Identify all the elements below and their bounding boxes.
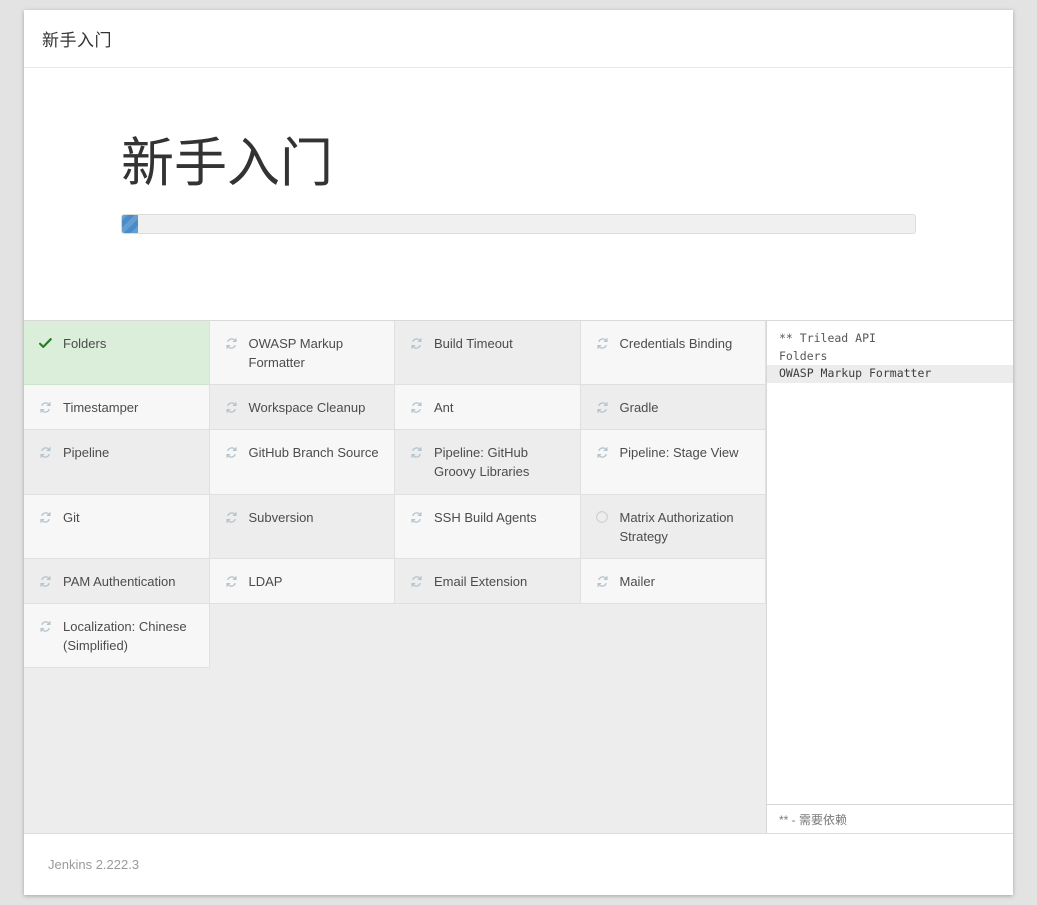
- plugin-item-label: Gradle: [619, 400, 659, 416]
- install-progress-fill: [122, 214, 138, 233]
- plugin-item-label: Credentials Binding: [619, 336, 733, 351]
- wizard-banner: 新手入门: [24, 68, 1013, 321]
- plugin-item-label: Folders: [63, 336, 107, 351]
- plugin-item: Mailer: [580, 558, 766, 604]
- plugin-item-label: PAM Authentication: [63, 573, 176, 589]
- sync-spinner-icon: [221, 399, 242, 416]
- log-footnote-bar: ** - 需要依赖: [767, 804, 1013, 833]
- sync-spinner-icon: [406, 509, 427, 526]
- plugin-item: Git: [24, 494, 210, 559]
- plugin-item: GitHub Branch Source: [209, 430, 395, 495]
- log-line: Folders: [779, 348, 828, 363]
- plugin-item: Email Extension: [395, 558, 581, 604]
- log-line-current: OWASP Markup Formatter: [767, 365, 1013, 383]
- plugin-grid: Folders OWASP Markup Formatter Build Timeo…: [24, 321, 766, 669]
- plugin-item: Credentials Binding: [580, 321, 766, 386]
- plugin-item-label: Workspace Cleanup: [248, 400, 366, 416]
- plugin-item-label: LDAP: [248, 573, 283, 589]
- plugin-item: Workspace Cleanup: [209, 385, 395, 431]
- log-footnote-text: ** - 需要依赖: [779, 812, 848, 827]
- plugin-item-label: Pipeline: [63, 445, 110, 461]
- sync-spinner-icon: [406, 399, 427, 416]
- check-icon: [35, 335, 56, 352]
- plugin-grid-filler: [580, 603, 766, 669]
- plugin-item: SSH Build Agents: [395, 494, 581, 559]
- plugin-item: Timestamper: [24, 385, 210, 431]
- plugin-item: Localization: Chinese (Simplified): [24, 603, 210, 669]
- empty-circle-icon: [592, 509, 613, 526]
- sync-spinner-icon: [592, 335, 613, 352]
- sync-spinner-icon: [221, 335, 242, 352]
- page-title: 新手入门: [42, 31, 112, 50]
- plugin-item: Matrix Authorization Strategy: [580, 494, 766, 559]
- sync-spinner-icon: [35, 444, 56, 461]
- sync-spinner-icon: [35, 509, 56, 526]
- log-line: ** Trilead API: [779, 331, 876, 345]
- plugin-item-label: Localization: Chinese (Simplified): [63, 618, 187, 653]
- sync-spinner-icon: [592, 444, 613, 461]
- sync-spinner-icon: [592, 573, 613, 590]
- plugin-item: Ant: [395, 385, 581, 431]
- install-progress-bar: [121, 213, 916, 234]
- plugin-item: Gradle: [580, 385, 766, 431]
- plugin-item-label: Matrix Authorization Strategy: [619, 509, 734, 544]
- plugin-item: PAM Authentication: [24, 558, 210, 604]
- sync-spinner-icon: [406, 444, 427, 461]
- plugin-item-label: Pipeline: Stage View: [619, 445, 739, 461]
- plugin-item-label: Email Extension: [434, 573, 528, 589]
- sync-spinner-icon: [35, 618, 56, 635]
- plugin-item-label: SSH Build Agents: [434, 509, 537, 525]
- plugin-item: Folders: [24, 321, 210, 386]
- sync-spinner-icon: [35, 399, 56, 416]
- sync-spinner-icon: [592, 399, 613, 416]
- install-log-panel[interactable]: ** Trilead API Folders OWASP Markup Format…: [766, 321, 1013, 833]
- sync-spinner-icon: [221, 573, 242, 590]
- plugin-item-label: Ant: [434, 400, 454, 416]
- plugin-item: Pipeline: [24, 430, 210, 495]
- plugin-item-label: Pipeline: GitHub Groovy Libraries: [434, 445, 530, 480]
- sync-spinner-icon: [406, 335, 427, 352]
- window-footer: Jenkins 2.222.3: [24, 833, 1013, 895]
- plugin-item-label: Subversion: [248, 509, 314, 525]
- plugin-item: Build Timeout: [395, 321, 581, 386]
- sync-spinner-icon: [221, 444, 242, 461]
- plugin-item: Pipeline: GitHub Groovy Libraries: [395, 430, 581, 495]
- setup-wizard-window: 新手入门 新手入门 Folders OWASP Markup Formatter B…: [24, 10, 1013, 895]
- plugin-item-label: GitHub Branch Source: [248, 445, 379, 461]
- plugin-item: Pipeline: Stage View: [580, 430, 766, 495]
- plugin-item-label: Git: [63, 509, 80, 525]
- plugin-grid-filler: [209, 603, 395, 669]
- sync-spinner-icon: [406, 573, 427, 590]
- plugin-item: LDAP: [209, 558, 395, 604]
- plugin-list-area: Folders OWASP Markup Formatter Build Timeo…: [24, 321, 766, 833]
- install-log-list[interactable]: ** Trilead API Folders OWASP Markup Format…: [767, 321, 1013, 804]
- plugin-item-label: Timestamper: [63, 400, 139, 416]
- plugin-item: Subversion: [209, 494, 395, 559]
- install-body: Folders OWASP Markup Formatter Build Timeo…: [24, 321, 1013, 833]
- sync-spinner-icon: [35, 573, 56, 590]
- plugin-item-label: Mailer: [619, 573, 655, 589]
- plugin-item-label: OWASP Markup Formatter: [248, 336, 344, 371]
- banner-heading: 新手入门: [121, 134, 333, 193]
- plugin-item-label: Build Timeout: [434, 336, 513, 351]
- jenkins-version-label: Jenkins 2.222.3: [48, 857, 140, 872]
- sync-spinner-icon: [221, 509, 242, 526]
- window-header: 新手入门: [24, 10, 1013, 68]
- plugin-item: OWASP Markup Formatter: [209, 321, 395, 386]
- plugin-grid-filler: [395, 603, 581, 669]
